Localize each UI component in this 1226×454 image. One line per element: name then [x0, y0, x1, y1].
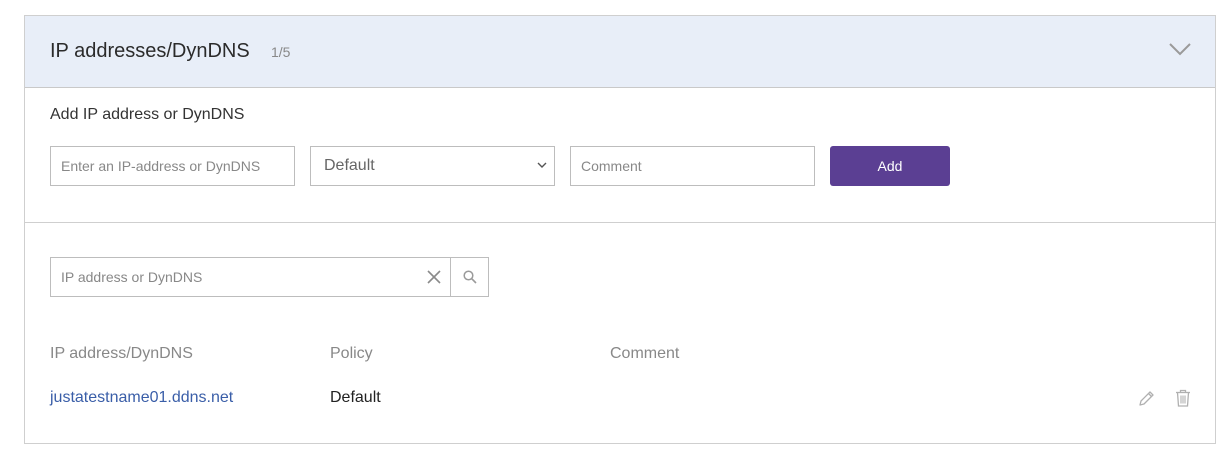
ip-address-input[interactable]: [50, 146, 295, 186]
search-icon: [463, 270, 477, 284]
entry-count: 1/5: [271, 44, 291, 60]
column-header-policy: Policy: [330, 345, 373, 362]
panel-title: IP addresses/DynDNS: [50, 40, 250, 62]
row-policy: Default: [330, 389, 381, 406]
search-button[interactable]: [450, 258, 489, 296]
chevron-down-icon[interactable]: [1169, 42, 1191, 56]
add-button[interactable]: Add: [830, 146, 950, 186]
column-header-comment: Comment: [610, 345, 680, 362]
chevron-down-icon: [537, 162, 547, 168]
policy-select[interactable]: Default: [310, 146, 555, 186]
ip-addresses-panel: IP addresses/DynDNS 1/5 Add IP address o…: [24, 15, 1216, 444]
trash-icon[interactable]: [1174, 388, 1192, 408]
panel-header[interactable]: IP addresses/DynDNS 1/5: [25, 16, 1215, 88]
row-address-link[interactable]: justatestname01.ddns.net: [50, 389, 233, 407]
column-header-address: IP address/DynDNS: [50, 345, 193, 362]
edit-icon[interactable]: [1137, 388, 1155, 408]
close-icon[interactable]: [427, 270, 441, 284]
policy-select-value: Default: [324, 157, 375, 174]
search-input[interactable]: [51, 258, 421, 296]
comment-input[interactable]: [570, 146, 815, 186]
add-section: Add IP address or DynDNS Default Add: [25, 88, 1215, 223]
search-box: [50, 257, 489, 297]
add-section-title: Add IP address or DynDNS: [50, 106, 245, 123]
